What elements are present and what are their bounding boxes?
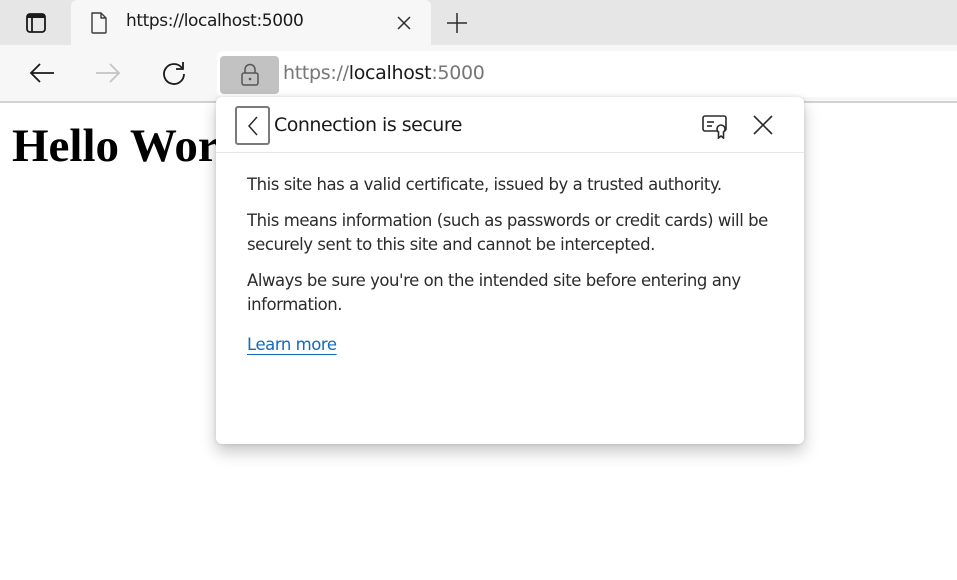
url-host: localhost — [348, 62, 432, 84]
reload-button[interactable] — [158, 57, 190, 89]
chevron-left-icon — [247, 116, 258, 135]
tab-strip: https://localhost:5000 — [0, 0, 957, 46]
certificate-button[interactable] — [700, 111, 730, 141]
arrow-right-icon — [96, 63, 121, 83]
forward-button[interactable] — [92, 57, 124, 89]
new-tab-button[interactable] — [442, 8, 472, 38]
url-scheme: https:// — [283, 62, 349, 84]
flyout-back-button[interactable] — [235, 106, 270, 145]
back-button[interactable] — [26, 57, 58, 89]
close-icon — [397, 16, 411, 30]
caution-text: Always be sure you're on the intended si… — [247, 271, 741, 314]
flyout-header: Connection is secure — [216, 97, 804, 153]
address-bar[interactable]: https://localhost:5000 — [217, 51, 957, 97]
certificate-icon — [702, 115, 727, 139]
reload-icon — [163, 62, 185, 85]
navigation-toolbar: https://localhost:5000 — [0, 45, 957, 103]
close-icon — [753, 115, 773, 135]
page-icon — [91, 12, 107, 34]
secure-info-text: This means information (such as password… — [247, 211, 768, 254]
tab-actions-button[interactable] — [14, 9, 58, 37]
active-tab[interactable]: https://localhost:5000 — [71, 0, 431, 46]
certificate-valid-text: This site has a valid certificate, issue… — [247, 175, 722, 194]
arrow-left-icon — [29, 63, 54, 83]
tab-actions-icon — [26, 13, 46, 33]
learn-more-link[interactable]: Learn more — [247, 333, 337, 357]
tab-title: https://localhost:5000 — [126, 11, 304, 31]
lock-icon — [240, 63, 259, 86]
flyout-close-button[interactable] — [749, 111, 777, 139]
flyout-title: Connection is secure — [274, 114, 462, 136]
connection-info-flyout: Connection is secure This site has a val… — [216, 97, 804, 444]
url-text[interactable]: https://localhost:5000 — [283, 62, 485, 84]
url-port: :5000 — [431, 62, 485, 84]
plus-icon — [447, 13, 467, 33]
close-tab-button[interactable] — [394, 13, 414, 33]
flyout-body: This site has a valid certificate, issue… — [247, 173, 787, 357]
site-info-button[interactable] — [220, 56, 279, 94]
